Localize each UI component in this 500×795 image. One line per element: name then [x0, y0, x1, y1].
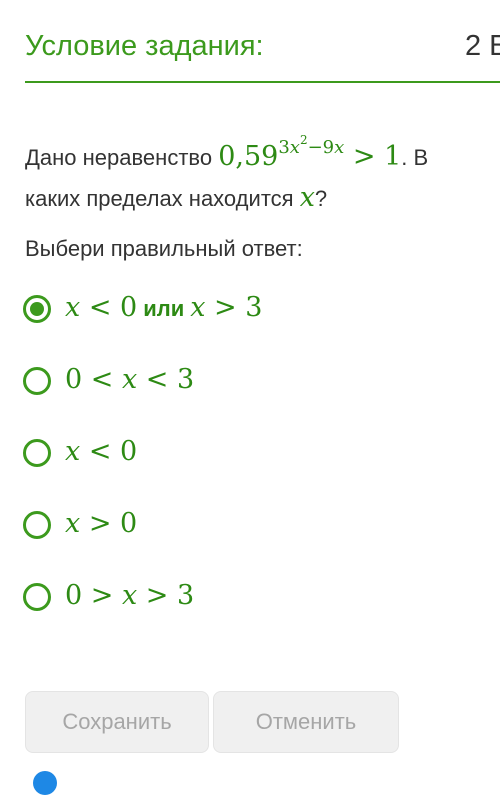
option-label: 0 < x < 3	[65, 364, 194, 395]
option-op: < 0	[80, 436, 138, 467]
radio-unselected-icon[interactable]	[23, 583, 51, 611]
option-label: 0 > x > 3	[65, 580, 194, 611]
option-var: x	[121, 364, 138, 395]
option-op: > 3	[137, 580, 195, 611]
answer-instruction: Выбери правильный ответ:	[25, 236, 303, 261]
cancel-button[interactable]: Отменить	[213, 691, 399, 753]
task-header: Условие задания: 2 Б	[0, 0, 500, 83]
formula-base: 0,59	[218, 141, 279, 172]
question-suffix: ?	[314, 186, 328, 211]
option-op: 0 >	[65, 580, 122, 611]
question-prefix: Дано неравенство	[25, 145, 213, 170]
option-var: x	[65, 436, 81, 467]
answer-option-1[interactable]: x < 0 или x > 3	[23, 289, 463, 329]
inequality-formula: 0,593x2−9x > 1	[218, 133, 402, 172]
exponent-var: x	[289, 137, 300, 158]
option-word: или	[143, 296, 185, 321]
question-text: Дано неравенство 0,593x2−9x > 1. В каких…	[25, 120, 485, 219]
header-divider	[25, 81, 500, 83]
option-var: x	[65, 508, 81, 539]
exponent-term: −9	[307, 137, 335, 158]
radio-unselected-icon[interactable]	[23, 439, 51, 467]
answer-option-3[interactable]: x < 0	[23, 433, 463, 473]
task-points: 2 Б	[465, 30, 500, 62]
exponent-var2: x	[334, 137, 345, 158]
option-var: x	[65, 292, 81, 323]
save-button[interactable]: Сохранить	[25, 691, 209, 753]
radio-selected-icon[interactable]	[23, 295, 51, 323]
task-title: Условие задания:	[25, 30, 264, 62]
option-label: x > 0	[65, 508, 137, 539]
info-icon[interactable]	[33, 771, 57, 795]
exponent-coef: 3	[278, 137, 290, 158]
radio-unselected-icon[interactable]	[23, 511, 51, 539]
answer-option-5[interactable]: 0 > x > 3	[23, 577, 463, 617]
question-var: x	[299, 182, 315, 213]
option-var: x	[190, 292, 206, 323]
option-op: > 3	[205, 292, 263, 323]
formula-rhs: > 1	[344, 141, 402, 172]
answer-option-4[interactable]: x > 0	[23, 505, 463, 545]
answer-option-2[interactable]: 0 < x < 3	[23, 361, 463, 401]
formula-exponent: 3x2−9x	[278, 133, 345, 158]
option-label: x < 0	[65, 436, 137, 467]
option-op: < 0	[80, 292, 138, 323]
option-op: > 0	[80, 508, 138, 539]
exponent-power: 2	[299, 133, 308, 147]
option-op: 0 <	[65, 364, 122, 395]
option-label: x < 0 или x > 3	[65, 292, 262, 323]
option-op: < 3	[137, 364, 195, 395]
option-var: x	[121, 580, 138, 611]
radio-unselected-icon[interactable]	[23, 367, 51, 395]
